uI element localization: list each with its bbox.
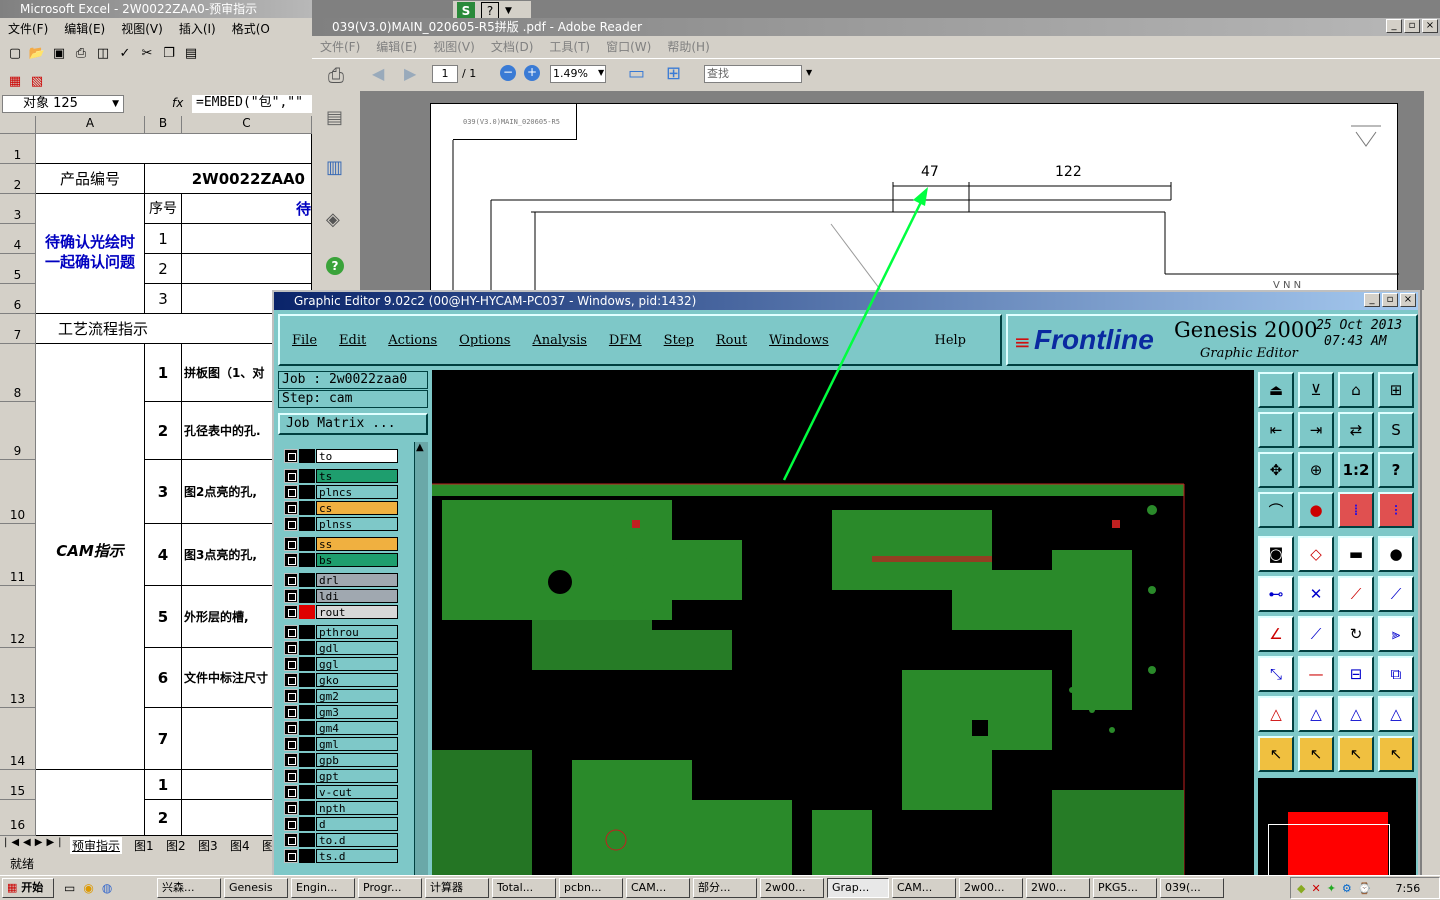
taskbar-item[interactable]: pcbn... [559, 878, 623, 898]
taskbar-item[interactable]: 2w00... [959, 878, 1023, 898]
tray-icon[interactable]: ✕ [1311, 882, 1320, 895]
taskbar-item[interactable]: 兴森... [157, 878, 221, 898]
taskbar-item[interactable]: Grap... [827, 878, 889, 898]
folder-icon[interactable]: ◉ [83, 881, 93, 895]
taskbar-item[interactable]: Engin... [291, 878, 355, 898]
taskbar-item[interactable]: Total... [492, 878, 556, 898]
tray-icon[interactable]: ◆ [1297, 882, 1305, 895]
taskbar-item[interactable]: 2w00... [760, 878, 824, 898]
annotation-arrow [782, 187, 928, 481]
desktop-icon[interactable]: ▭ [64, 881, 75, 895]
tray-icon[interactable]: ⚙ [1342, 882, 1352, 895]
taskbar-item[interactable]: CAM... [626, 878, 690, 898]
clock: 7:56 [1395, 881, 1421, 895]
task-list: 兴森... Genesis Engin... Progr... 计算器 Total... p… [154, 878, 1290, 898]
taskbar-item[interactable]: CAM... [892, 878, 956, 898]
windows-logo-icon: ▦ [7, 881, 18, 894]
quick-launch: ▭ ◉ ◍ [54, 881, 154, 895]
taskbar-item[interactable]: 计算器 [425, 878, 489, 898]
taskbar: ▦ 开始 ▭ ◉ ◍ 兴森... Genesis Engin... Progr... 计算器… [0, 875, 1440, 900]
start-button[interactable]: ▦ 开始 [2, 878, 54, 898]
tray-icon[interactable]: ⌚ [1358, 882, 1372, 895]
taskbar-item[interactable]: 部分... [693, 878, 757, 898]
taskbar-item[interactable]: Progr... [358, 878, 422, 898]
taskbar-item[interactable]: 039(... [1160, 878, 1224, 898]
taskbar-item[interactable]: PKG5... [1093, 878, 1157, 898]
tray-icon[interactable]: ✦ [1327, 882, 1336, 895]
system-tray: ◆ ✕ ✦ ⚙ ⌚ 7:56 [1290, 877, 1440, 899]
taskbar-item[interactable]: Genesis [224, 878, 288, 898]
desktop-scrollbar[interactable] [1422, 290, 1440, 875]
taskbar-item[interactable]: 2W0... [1026, 878, 1090, 898]
start-label: 开始 [21, 881, 44, 894]
browser-icon[interactable]: ◍ [102, 881, 112, 895]
